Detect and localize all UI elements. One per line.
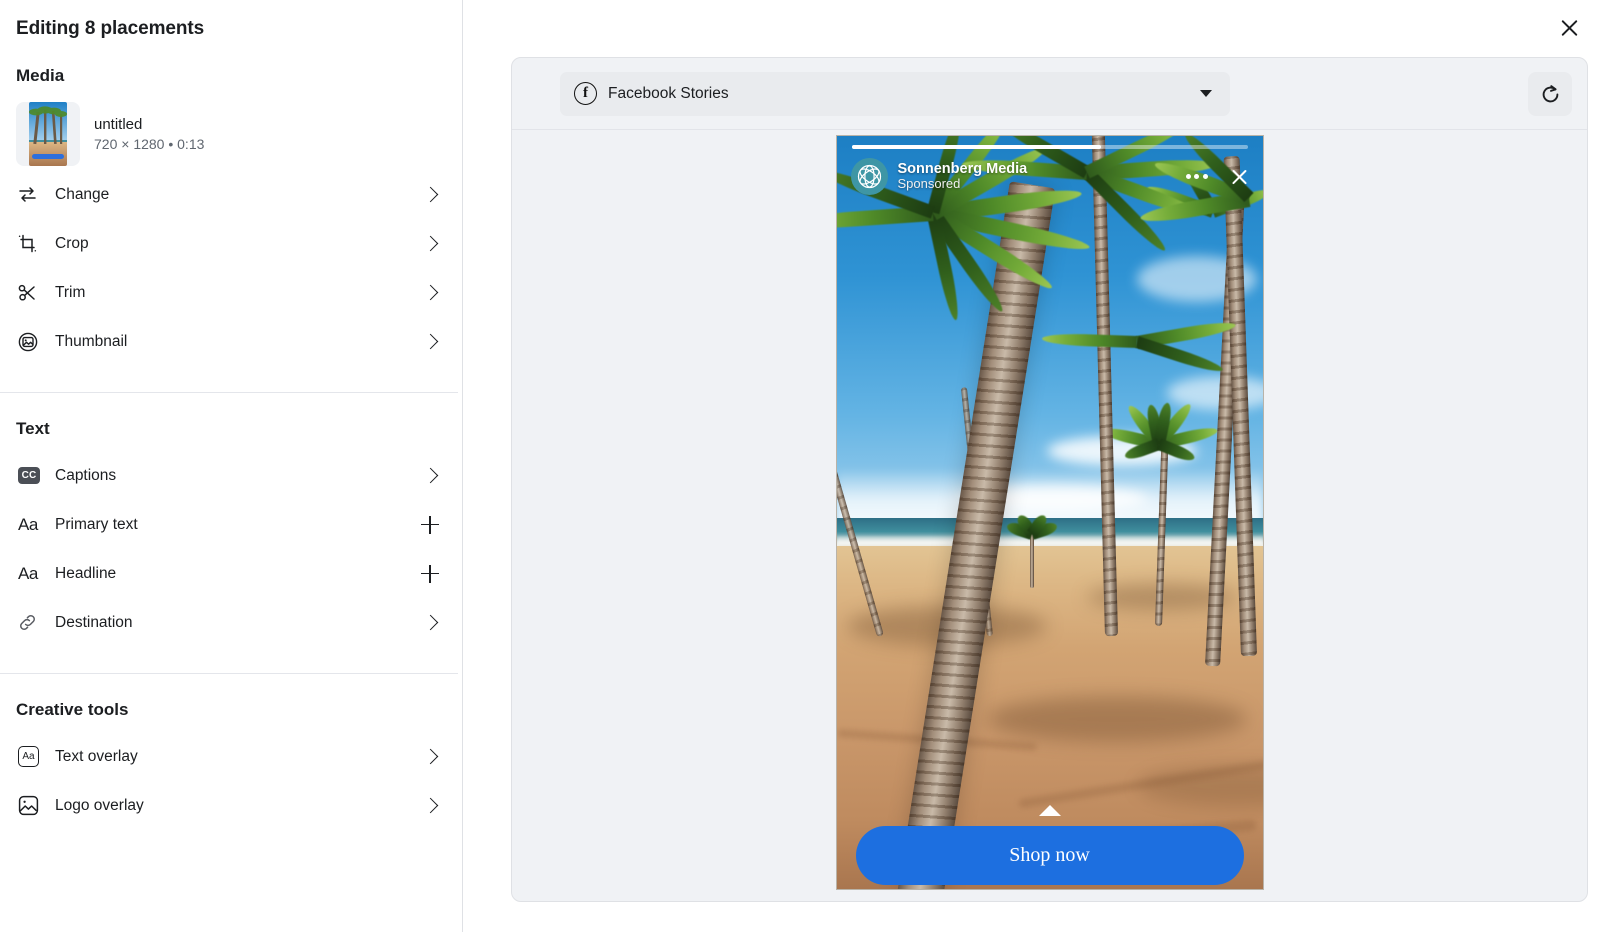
cta-label: Shop now <box>1009 844 1090 866</box>
row-label: Primary text <box>55 515 138 533</box>
close-icon[interactable] <box>1230 167 1249 186</box>
editing-placements-dialog: Editing 8 placements Media untitled 720 … <box>0 0 1600 932</box>
preview-panel: f Facebook Stories Sonnenberg Media Spon… <box>463 0 1600 932</box>
row-trim[interactable]: Trim <box>0 268 462 317</box>
chevron-right-icon[interactable] <box>420 466 440 486</box>
crop-icon <box>18 233 46 255</box>
chevron-down-icon[interactable] <box>1200 90 1212 97</box>
plus-icon[interactable] <box>420 564 440 584</box>
chevron-right-icon[interactable] <box>420 234 440 254</box>
row-crop[interactable]: Crop <box>0 219 462 268</box>
section-header-text: Text <box>16 419 50 438</box>
chevron-right-icon[interactable] <box>420 185 440 205</box>
sand-shadow <box>986 696 1247 742</box>
row-label: Change <box>55 185 110 203</box>
row-change[interactable]: Change <box>0 170 462 219</box>
close-icon <box>1559 18 1580 39</box>
chevron-right-icon[interactable] <box>420 747 440 767</box>
section-header-media: Media <box>16 66 65 85</box>
preview-body: Sonnenberg Media Sponsored Shop now <box>512 130 1587 901</box>
chevron-right-icon[interactable] <box>420 796 440 816</box>
sponsored-label: Sponsored <box>897 176 961 192</box>
image-box-icon <box>18 795 46 817</box>
plus-icon[interactable] <box>420 515 440 535</box>
section-header-creative-tools: Creative tools <box>16 700 129 719</box>
chevron-up-icon <box>1038 805 1061 816</box>
brand-logo-icon <box>857 164 881 189</box>
row-destination[interactable]: Destination <box>0 598 462 647</box>
sidebar: Editing 8 placements Media untitled 720 … <box>0 0 463 932</box>
cc-icon: CC <box>18 465 46 487</box>
chevron-right-icon[interactable] <box>420 332 440 352</box>
more-options-icon[interactable] <box>1185 174 1208 179</box>
swap-arrows-icon <box>18 184 46 206</box>
dialog-close-button[interactable] <box>1554 13 1584 43</box>
story-preview: Sonnenberg Media Sponsored Shop now <box>835 135 1264 890</box>
preview-toolbar: f Facebook Stories <box>512 58 1587 130</box>
aa-icon: Aa <box>18 563 38 583</box>
placement-selector-value: Facebook Stories <box>608 84 729 102</box>
image-circle-icon <box>18 331 46 353</box>
row-label: Crop <box>55 234 89 252</box>
placement-selector[interactable]: f Facebook Stories <box>560 71 1230 116</box>
thumbnail-image <box>29 102 67 166</box>
row-headline[interactable]: Aa Headline <box>0 549 462 598</box>
row-primary-text[interactable]: Aa Primary text <box>0 500 462 549</box>
media-item[interactable]: untitled 720 × 1280 • 0:13 <box>0 98 462 170</box>
row-captions[interactable]: CC Captions <box>0 451 462 500</box>
media-meta: untitled 720 × 1280 • 0:13 <box>94 116 204 152</box>
row-label: Logo overlay <box>55 796 144 814</box>
chevron-right-icon[interactable] <box>420 613 440 633</box>
brand-name: Sonnenberg Media <box>897 161 1028 178</box>
scissors-icon <box>18 282 46 304</box>
media-details: 720 × 1280 • 0:13 <box>94 136 205 152</box>
link-icon <box>18 612 46 634</box>
story-media <box>836 136 1263 889</box>
row-label: Headline <box>55 564 117 582</box>
story-header: Sonnenberg Media Sponsored <box>850 158 1249 195</box>
section-text: Text CC Captions Aa Primary text Aa Head… <box>0 419 462 647</box>
cta-button[interactable]: Shop now <box>855 826 1244 885</box>
row-label: Trim <box>55 283 86 301</box>
row-label: Thumbnail <box>55 332 128 350</box>
preview-card: f Facebook Stories Sonnenberg Media Spon… <box>511 57 1588 902</box>
brand-block: Sonnenberg Media Sponsored <box>898 161 1176 192</box>
section-creative-tools: Creative tools Aa Text overlay Logo over… <box>0 700 462 830</box>
page-title: Editing 8 placements <box>16 18 205 39</box>
row-label: Text overlay <box>55 747 138 765</box>
refresh-icon <box>1542 84 1558 102</box>
avatar[interactable] <box>850 158 888 195</box>
refresh-button[interactable] <box>1528 72 1572 116</box>
row-label: Captions <box>55 466 117 484</box>
media-thumbnail[interactable] <box>16 102 80 166</box>
row-text-overlay[interactable]: Aa Text overlay <box>0 732 462 781</box>
media-filename: untitled <box>94 116 143 133</box>
facebook-icon: f <box>574 82 597 105</box>
row-logo-overlay[interactable]: Logo overlay <box>0 781 462 830</box>
aa-box-icon: Aa <box>18 746 46 768</box>
chevron-right-icon[interactable] <box>420 283 440 303</box>
section-media: Media untitled 720 × 1280 • 0:13 Change … <box>0 66 462 366</box>
story-progress-fill <box>851 145 1101 149</box>
story-progress-bar <box>851 145 1248 149</box>
aa-icon: Aa <box>18 514 38 534</box>
row-label: Destination <box>55 613 133 631</box>
thumbnail-art <box>29 102 67 166</box>
row-thumbnail[interactable]: Thumbnail <box>0 317 462 366</box>
